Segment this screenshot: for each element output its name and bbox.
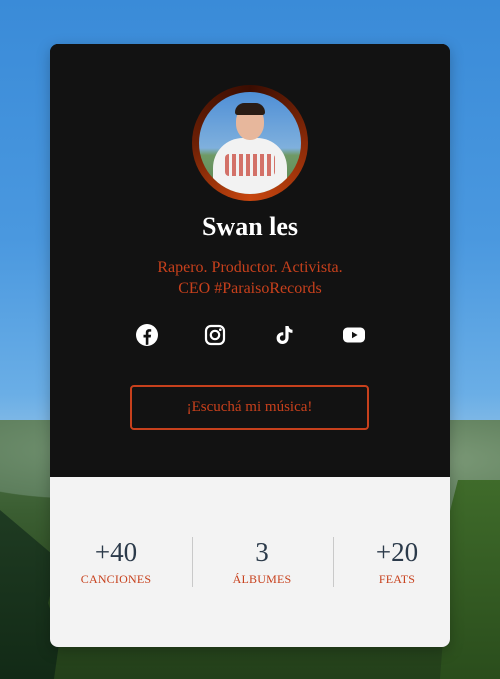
profile-card: Swan les Rapero. Productor. Activista. C… bbox=[50, 44, 450, 647]
bio-line-1: Rapero. Productor. Activista. bbox=[157, 259, 343, 276]
listen-music-button[interactable]: ¡Escuchá mi música! bbox=[130, 385, 369, 430]
youtube-icon[interactable] bbox=[342, 323, 366, 347]
stat-albums: 3 ÁLBUMES bbox=[192, 537, 332, 587]
profile-header: Swan les Rapero. Productor. Activista. C… bbox=[50, 44, 450, 477]
profile-name: Swan les bbox=[201, 212, 299, 241]
avatar bbox=[199, 92, 301, 194]
stat-value: +20 bbox=[375, 537, 419, 567]
avatar-ring bbox=[192, 85, 308, 201]
stat-label: FEATS bbox=[378, 572, 416, 586]
profile-bio: Rapero. Productor. Activista. CEO #Parai… bbox=[90, 257, 410, 299]
stats-panel: +40 CANCIONES 3 ÁLBUMES +20 FEATS bbox=[50, 477, 450, 647]
stat-value: 3 bbox=[255, 537, 269, 567]
social-links bbox=[133, 323, 369, 347]
avatar-shirt-print bbox=[225, 154, 275, 176]
stat-label: ÁLBUMES bbox=[232, 572, 292, 586]
bio-line-2: CEO #ParaisoRecords bbox=[178, 280, 322, 297]
instagram-icon[interactable] bbox=[203, 323, 227, 347]
tiktok-icon[interactable] bbox=[272, 323, 296, 347]
facebook-icon[interactable] bbox=[135, 323, 159, 347]
stat-value: +40 bbox=[94, 537, 138, 567]
stat-songs: +40 CANCIONES bbox=[50, 537, 186, 587]
stat-feats: +20 FEATS bbox=[327, 537, 450, 587]
avatar-hair bbox=[235, 103, 265, 115]
stat-label: CANCIONES bbox=[80, 572, 152, 586]
